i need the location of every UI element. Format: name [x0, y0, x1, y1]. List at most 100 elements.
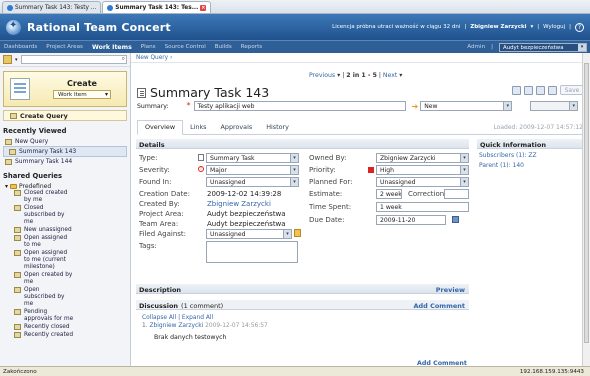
logout-link[interactable]: Wyloguj: [543, 24, 565, 30]
nav-work-items[interactable]: Work Items: [92, 44, 132, 51]
summary-task-icon: [137, 87, 146, 98]
severity-value: Major: [210, 167, 227, 174]
query-label: Closed created by me: [24, 190, 68, 203]
details-section: Details Type: Summary Task ▾ Severity: ! …: [136, 139, 469, 279]
recent-item[interactable]: New Query: [0, 137, 130, 146]
query-icon: [14, 235, 21, 241]
browser-tab-1[interactable]: Summary Task 143: Testy ...: [2, 1, 102, 13]
nav-source-control[interactable]: Source Control: [165, 44, 206, 50]
recent-item[interactable]: Summary Task 144: [0, 157, 130, 166]
recent-item[interactable]: Summary Task 143: [3, 146, 127, 157]
user-name[interactable]: Zbigniew Zarzycki: [470, 24, 526, 30]
work-item-icon: [9, 149, 16, 155]
tab-overview[interactable]: Overview: [137, 120, 184, 135]
field-label: Owned By:: [309, 154, 347, 162]
nav-project-areas[interactable]: Project Areas: [46, 44, 83, 50]
calendar-icon[interactable]: [452, 216, 459, 223]
project-area-value: Audyt bezpieczeństwa: [207, 210, 286, 218]
breadcrumb[interactable]: New Query ›: [131, 53, 590, 63]
preview-link[interactable]: Preview: [436, 286, 469, 294]
chevron-down-icon: ▾: [460, 154, 468, 162]
query-item[interactable]: Open subscribed by me: [14, 287, 130, 308]
browser-tab-2[interactable]: Summary Task 143: Tes... ×: [102, 1, 212, 13]
add-comment-link[interactable]: Add Comment: [413, 302, 469, 310]
create-query-button[interactable]: Create Query: [3, 110, 127, 121]
query-item[interactable]: Open assigned to me (current milestone): [14, 250, 130, 271]
query-label: Open assigned to me (current milestone): [24, 250, 68, 270]
summary-input[interactable]: Testy aplikacji web: [193, 101, 406, 111]
sidebar-search-input[interactable]: ⌕: [20, 55, 127, 64]
nav-admin[interactable]: Admin: [467, 44, 485, 50]
state-select[interactable]: New ▾: [420, 101, 513, 111]
query-icon: [14, 332, 21, 338]
link-icon[interactable]: [524, 85, 533, 95]
chevron-down-icon: ▾: [5, 182, 9, 190]
predefined-folder[interactable]: ▾ Predefined: [5, 182, 130, 190]
project-area-select[interactable]: Audyt bezpieczeństwa ▾: [499, 42, 587, 52]
type-value: Summary Task: [210, 155, 255, 162]
create-title[interactable]: Create: [38, 79, 126, 88]
severity-select[interactable]: Major ▾: [206, 165, 299, 175]
help-icon[interactable]: ?: [575, 22, 584, 32]
priority-select[interactable]: High ▾: [376, 165, 469, 175]
work-item-menu-icon[interactable]: [3, 55, 12, 64]
work-item-type-select[interactable]: Work Item: [53, 90, 111, 99]
save-button[interactable]: Save: [560, 85, 584, 95]
product-name: Rational Team Concert: [27, 20, 171, 34]
query-item[interactable]: Closed created by me: [14, 190, 130, 204]
collapse-expand-links[interactable]: Collapse All | Expand All: [142, 315, 469, 321]
field-label: Priority:: [309, 166, 336, 174]
favorite-icon[interactable]: [548, 85, 557, 95]
chevron-down-icon[interactable]: ▾: [15, 57, 18, 63]
due-date-input[interactable]: 2009-11-20: [376, 215, 446, 225]
tab-links[interactable]: Links: [183, 123, 213, 134]
subscribe-icon[interactable]: [512, 85, 521, 95]
nav-builds[interactable]: Builds: [215, 44, 232, 50]
vertical-scrollbar[interactable]: [582, 53, 590, 366]
subscribers-link[interactable]: Subscribers (1): ZZ: [479, 152, 586, 159]
nav-reports[interactable]: Reports: [241, 44, 262, 50]
query-item[interactable]: Open created by me: [14, 272, 130, 286]
query-label: Open assigned to me: [24, 235, 68, 248]
parent-link[interactable]: Parent (1): 140: [479, 162, 586, 169]
nav-plans[interactable]: Plans: [141, 44, 156, 50]
found-in-select[interactable]: Unassigned ▾: [206, 177, 299, 187]
query-icon: [14, 227, 21, 233]
type-select[interactable]: Summary Task ▾: [206, 153, 299, 163]
category-icon[interactable]: [294, 229, 301, 237]
create-work-item-panel[interactable]: Create Work Item: [3, 71, 127, 107]
tab-approvals[interactable]: Approvals: [214, 123, 260, 134]
print-icon[interactable]: [536, 85, 545, 95]
previous-link[interactable]: Previous: [309, 72, 335, 79]
scrollbar-thumb[interactable]: [584, 63, 589, 343]
time-spent-input[interactable]: 1 week: [376, 202, 469, 212]
tab-history[interactable]: History: [259, 123, 296, 134]
next-link[interactable]: Next: [383, 72, 397, 79]
query-item[interactable]: New unassigned: [14, 227, 130, 234]
owned-by-select[interactable]: Zbigniew Zarzycki ▾: [376, 153, 469, 163]
query-item[interactable]: Recently closed: [14, 324, 130, 331]
query-label: Recently closed: [24, 324, 70, 330]
close-tab-icon[interactable]: ×: [200, 4, 207, 11]
sidebar: ▾ ⌕ Create Work Item Create Query Recent…: [0, 53, 131, 366]
query-item[interactable]: Recently created: [14, 332, 130, 339]
creation-date-value: 2009-12-02 14:39:28: [207, 190, 282, 198]
correction-input[interactable]: [444, 189, 469, 199]
query-item[interactable]: Pending approvals for me: [14, 309, 130, 323]
query-item[interactable]: Closed subscribed by me: [14, 205, 130, 226]
resolution-select[interactable]: ▾: [530, 101, 579, 111]
created-by-link[interactable]: Zbigniew Zarzycki: [207, 200, 271, 208]
query-item[interactable]: Open assigned to me: [14, 235, 130, 249]
filed-against-select[interactable]: Unassigned ▾: [206, 229, 292, 239]
field-label: Creation Date:: [139, 190, 190, 198]
rtc-logo-icon: [6, 19, 21, 35]
comment-author[interactable]: Zbigniew Zarzycki: [150, 323, 204, 329]
app-nav: Dashboards Project Areas Work Items Plan…: [0, 40, 590, 53]
chevron-down-icon: ▾: [578, 43, 586, 51]
tags-input[interactable]: [206, 241, 298, 263]
planned-for-select[interactable]: Unassigned ▾: [376, 177, 469, 187]
browser-tabbar: Summary Task 143: Testy ... Summary Task…: [0, 0, 590, 14]
status-text: Zakończono: [3, 368, 37, 375]
estimate-input[interactable]: 2 week: [376, 189, 402, 199]
nav-dashboards[interactable]: Dashboards: [4, 44, 37, 50]
